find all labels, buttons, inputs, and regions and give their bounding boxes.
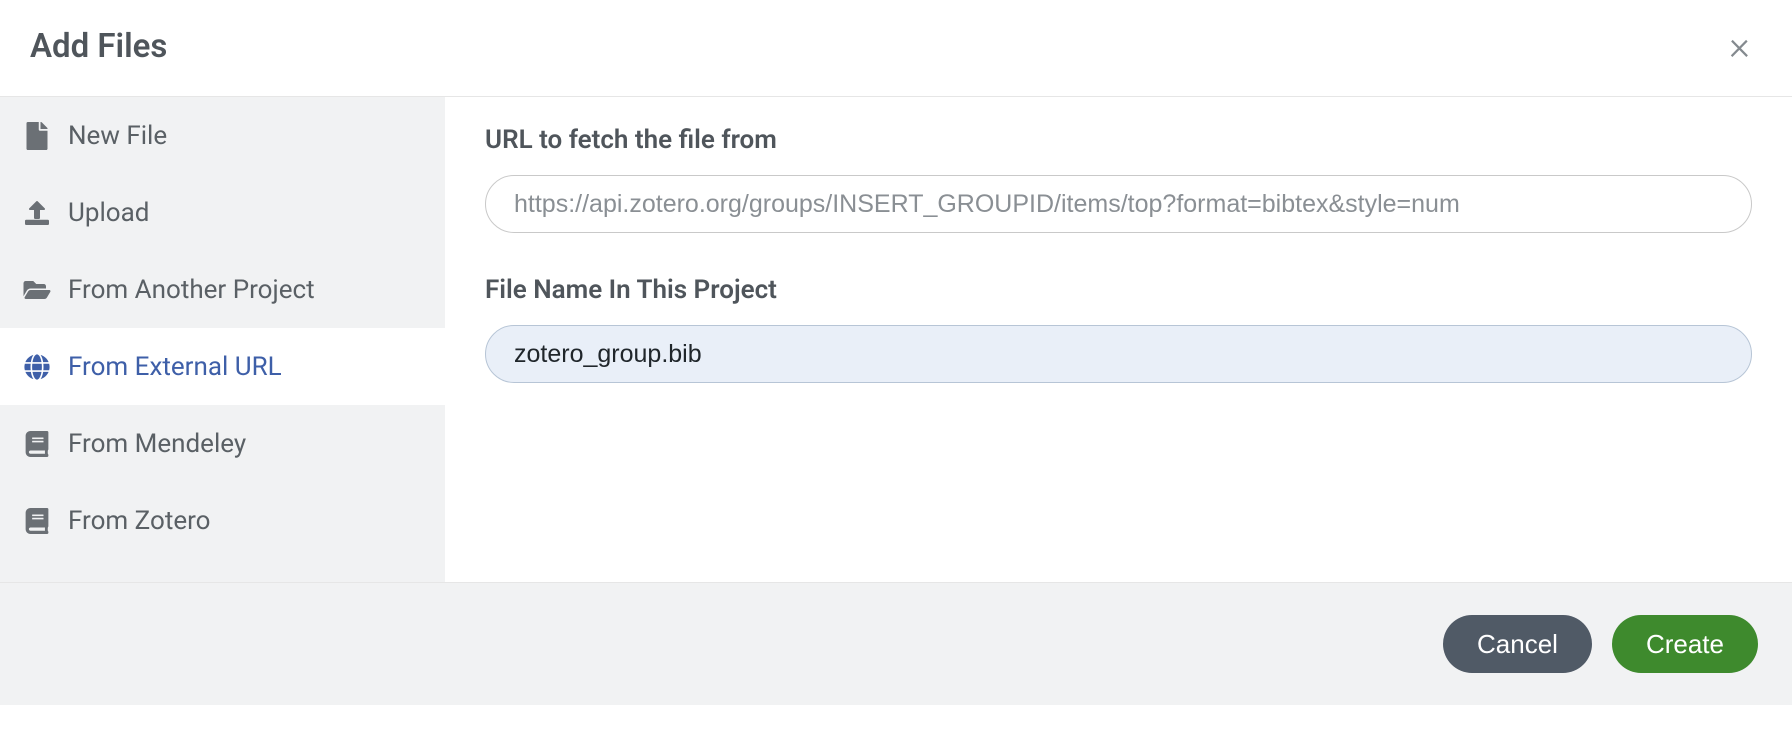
sidebar-item-label: From Another Project [68,275,315,305]
file-icon [22,122,52,150]
sidebar-item-label: New File [68,121,167,151]
modal-footer: Cancel Create [0,583,1792,705]
url-field-label: URL to fetch the file from [485,125,1752,155]
book-icon [22,431,52,457]
sidebar-item-label: From External URL [68,352,282,382]
sidebar-item-label: Upload [68,198,149,228]
create-button[interactable]: Create [1612,615,1758,673]
modal-body: New File Upload From Another Project Fro… [0,97,1792,583]
url-field-block: URL to fetch the file from [485,125,1752,233]
sidebar-item-upload[interactable]: Upload [0,174,445,251]
sidebar-item-from-mendeley[interactable]: From Mendeley [0,405,445,482]
filename-field-label: File Name In This Project [485,275,1752,305]
filename-input[interactable] [485,325,1752,383]
folder-open-icon [22,278,52,302]
book-icon [22,508,52,534]
url-input[interactable] [485,175,1752,233]
close-icon[interactable]: × [1723,26,1756,66]
sidebar-item-new-file[interactable]: New File [0,97,445,174]
modal-header: Add Files × [0,0,1792,97]
sidebar-item-from-another-project[interactable]: From Another Project [0,251,445,328]
sidebar-item-from-external-url[interactable]: From External URL [0,328,445,405]
sidebar-item-label: From Mendeley [68,429,246,459]
upload-icon [22,201,52,225]
filename-field-block: File Name In This Project [485,275,1752,383]
globe-icon [22,354,52,380]
cancel-button[interactable]: Cancel [1443,615,1592,673]
sidebar-item-from-zotero[interactable]: From Zotero [0,482,445,559]
sidebar-item-label: From Zotero [68,506,211,536]
content-panel: URL to fetch the file from File Name In … [445,97,1792,582]
sidebar: New File Upload From Another Project Fro… [0,97,445,582]
modal-title: Add Files [30,27,167,66]
